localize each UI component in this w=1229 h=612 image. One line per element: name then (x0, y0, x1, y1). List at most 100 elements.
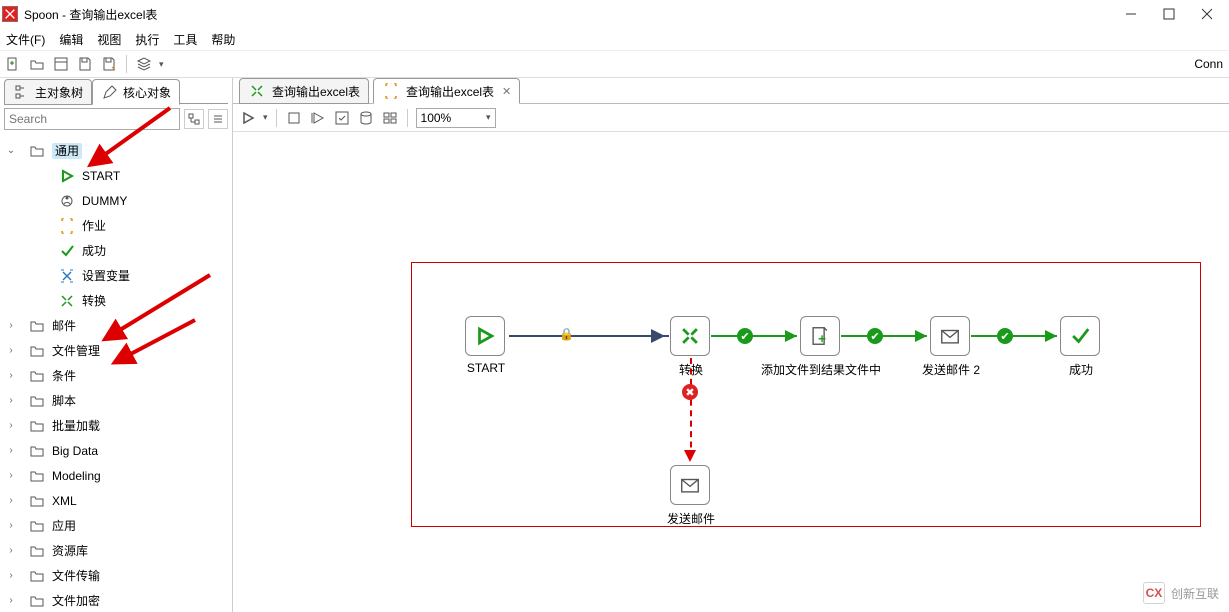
menu-file[interactable]: 文件(F) (6, 31, 45, 48)
tree-item-start[interactable]: START (0, 163, 232, 188)
hop-ok-icon[interactable]: ✔ (997, 328, 1013, 344)
caret-right-icon[interactable]: › (4, 395, 18, 406)
folder-icon (28, 142, 46, 160)
main-toolbar: ▾ Conn (0, 50, 1229, 78)
caret-right-icon[interactable]: › (4, 595, 18, 606)
hop-fail-icon[interactable]: ✖ (682, 384, 698, 400)
search-input[interactable] (4, 108, 180, 130)
tree-root-general[interactable]: ⌄ 通用 (0, 138, 232, 163)
caret-right-icon[interactable]: › (4, 345, 18, 356)
check-trans-icon[interactable] (333, 109, 351, 127)
saveas-icon[interactable] (100, 55, 118, 73)
hop-ok-icon[interactable]: ✔ (737, 328, 753, 344)
close-tab-icon[interactable]: ✕ (502, 85, 511, 98)
run-icon[interactable] (239, 109, 257, 127)
tree-folder-app[interactable]: › 应用 (0, 513, 232, 538)
tree-folder-encrypt[interactable]: › 文件加密 (0, 588, 232, 612)
tree-folder-mail[interactable]: › 邮件 (0, 313, 232, 338)
stop-icon[interactable] (285, 109, 303, 127)
maximize-button[interactable] (1159, 4, 1179, 24)
left-pane: 主对象树 核心对象 ⌄ 通用 START (0, 78, 233, 612)
menu-view[interactable]: 视图 (97, 31, 121, 48)
menubar: 文件(F) 编辑 视图 执行 工具 帮助 (0, 28, 1229, 50)
replay-icon[interactable] (309, 109, 327, 127)
tab-core-objects[interactable]: 核心对象 (92, 79, 180, 105)
tree-folder-ftp[interactable]: › 文件传输 (0, 563, 232, 588)
node-mail[interactable]: 发送邮件 (670, 465, 710, 505)
folder-icon (28, 542, 46, 560)
new-file-icon[interactable] (4, 55, 22, 73)
hop-ok-icon[interactable]: ✔ (867, 328, 883, 344)
tree-item-label: DUMMY (78, 194, 127, 208)
zoom-select[interactable]: 100% ▾ (416, 108, 496, 128)
tree-root-label: 通用 (52, 143, 82, 159)
tree-item-success[interactable]: 成功 (0, 238, 232, 263)
node-success[interactable]: 成功 (1060, 316, 1100, 356)
tree-folder-label: 文件加密 (48, 592, 100, 609)
tree-folder-xml[interactable]: › XML (0, 488, 232, 513)
node-start[interactable]: START (465, 316, 505, 356)
tree-folder-script[interactable]: › 脚本 (0, 388, 232, 413)
watermark: CX 创新互联 (1139, 580, 1223, 606)
node-transform[interactable]: 转换 (670, 316, 710, 356)
caret-right-icon[interactable]: › (4, 520, 18, 531)
tree-folder-label: XML (48, 494, 77, 508)
caret-right-icon[interactable]: › (4, 320, 18, 331)
caret-right-icon[interactable]: › (4, 370, 18, 381)
caret-right-icon[interactable]: › (4, 445, 18, 456)
tree-item-job[interactable]: 作业 (0, 213, 232, 238)
tree-folder-label: Modeling (48, 469, 101, 483)
tree-item-dummy[interactable]: DUMMY (0, 188, 232, 213)
connect-label[interactable]: Conn (1194, 57, 1225, 71)
tree-folder-repo[interactable]: › 资源库 (0, 538, 232, 563)
tree-folder-bigdata[interactable]: › Big Data (0, 438, 232, 463)
tree-folder-condition[interactable]: › 条件 (0, 363, 232, 388)
editor-tab-1[interactable]: 查询输出excel表 (239, 78, 369, 104)
expand-all-icon[interactable] (184, 109, 204, 129)
snap-icon[interactable] (381, 109, 399, 127)
transform-icon (58, 292, 76, 310)
caret-right-icon[interactable]: › (4, 545, 18, 556)
caret-right-icon[interactable]: › (4, 420, 18, 431)
collapse-all-icon[interactable] (208, 109, 228, 129)
perspective-icon[interactable] (135, 55, 153, 73)
node-mail2[interactable]: 发送邮件 2 (930, 316, 970, 356)
watermark-icon: CX (1143, 582, 1165, 604)
open-icon[interactable] (28, 55, 46, 73)
caret-right-icon[interactable]: › (4, 570, 18, 581)
editor-toolbar: ▾ 100% ▾ (233, 104, 1229, 132)
node-addfile[interactable]: 添加文件到结果文件中 (800, 316, 840, 356)
caret-down-icon[interactable]: ⌄ (4, 145, 18, 156)
tree-folder-label: 条件 (48, 367, 76, 384)
tree-item-transform[interactable]: 转换 (0, 288, 232, 313)
tree-item-label: 设置变量 (78, 267, 130, 284)
node-start-label: START (416, 361, 556, 375)
tab-object-tree[interactable]: 主对象树 (4, 79, 92, 105)
caret-right-icon[interactable]: › (4, 495, 18, 506)
menu-run[interactable]: 执行 (135, 31, 159, 48)
canvas[interactable]: 🔒 ✔ ✔ ✔ ✖ START 转换 (233, 132, 1229, 612)
save-icon[interactable] (76, 55, 94, 73)
menu-help[interactable]: 帮助 (211, 31, 235, 48)
close-button[interactable] (1197, 4, 1217, 24)
minimize-button[interactable] (1121, 4, 1141, 24)
sql-icon[interactable] (357, 109, 375, 127)
tree-folder-bulk[interactable]: › 批量加载 (0, 413, 232, 438)
folder-icon (28, 442, 46, 460)
explore-icon[interactable] (52, 55, 70, 73)
titlebar: Spoon - 查询输出excel表 (0, 0, 1229, 28)
job-outline (411, 262, 1201, 527)
tree-item-setvar[interactable]: 设置变量 (0, 263, 232, 288)
caret-right-icon[interactable]: › (4, 470, 18, 481)
tree-folder-filemgmt[interactable]: › 文件管理 (0, 338, 232, 363)
editor-tab-2[interactable]: 查询输出excel表 ✕ (373, 78, 520, 104)
menu-edit[interactable]: 编辑 (59, 31, 83, 48)
chevron-down-icon: ▾ (486, 112, 491, 123)
folder-icon (28, 517, 46, 535)
zoom-value: 100% (421, 111, 452, 125)
menu-tools[interactable]: 工具 (173, 31, 197, 48)
tree-folder-label: 应用 (48, 517, 76, 534)
tree-folder-label: 批量加载 (48, 417, 100, 434)
play-icon (58, 167, 76, 185)
tree-folder-modeling[interactable]: › Modeling (0, 463, 232, 488)
